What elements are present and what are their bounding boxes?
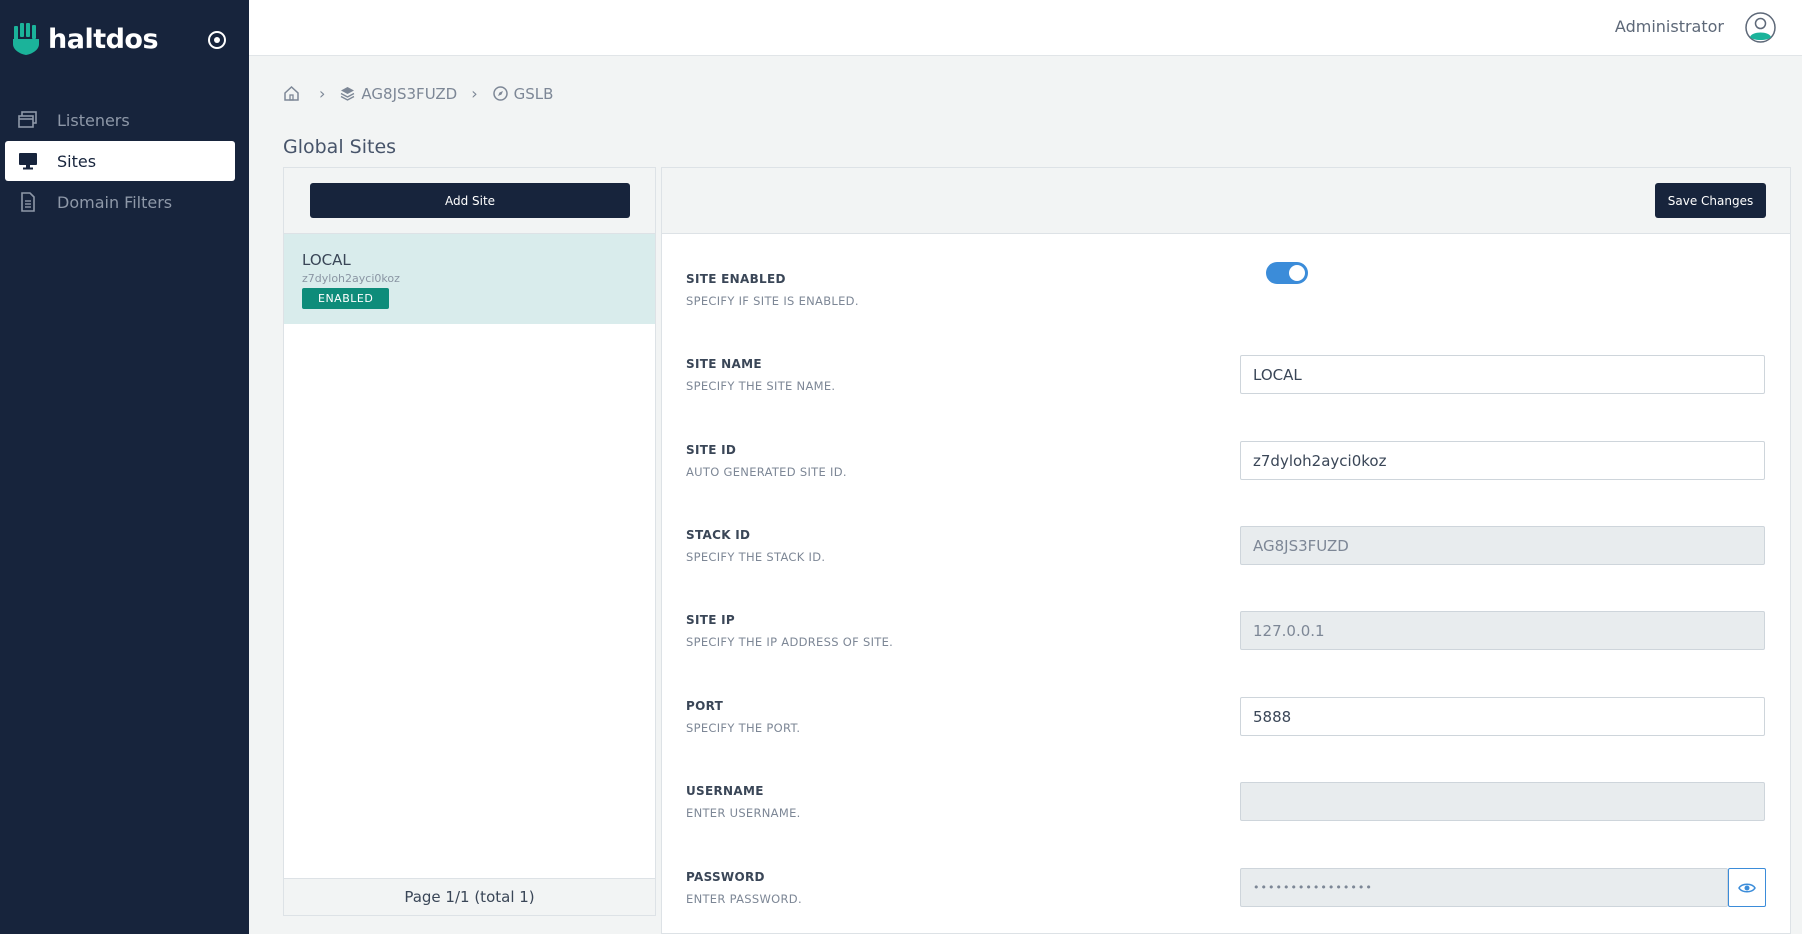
breadcrumb-separator: › — [471, 84, 478, 103]
site-list-panel: Add Site LOCAL z7dyloh2ayci0koz ENABLED … — [283, 167, 656, 916]
site-id-input[interactable] — [1240, 441, 1765, 480]
field-site-ip: SITE IP SPECIFY THE IP ADDRESS OF SITE. — [686, 611, 1766, 653]
toggle-knob — [1289, 265, 1305, 281]
site-item-name: LOCAL — [302, 251, 351, 269]
stack-id-input — [1240, 526, 1765, 565]
site-list-item[interactable]: LOCAL z7dyloh2ayci0koz ENABLED — [284, 234, 655, 324]
site-list-header: Add Site — [284, 168, 655, 234]
sidebar-item-label: Domain Filters — [57, 192, 173, 212]
logo-text: haltdos — [48, 23, 159, 55]
status-badge: ENABLED — [302, 288, 390, 309]
save-changes-button[interactable]: Save Changes — [1655, 183, 1766, 218]
site-item-id: z7dyloh2ayci0koz — [302, 272, 400, 285]
breadcrumb: › AG8JS3FUZD › GSLB — [283, 84, 553, 103]
site-ip-input — [1240, 611, 1765, 650]
field-site-name: SITE NAME SPECIFY THE SITE NAME. — [686, 355, 1766, 397]
username-input[interactable] — [1240, 782, 1765, 821]
home-icon — [284, 85, 299, 101]
field-port: PORT SPECIFY THE PORT. — [686, 697, 1766, 739]
breadcrumb-separator: › — [319, 84, 326, 103]
site-detail-header: Save Changes — [662, 168, 1790, 234]
page-title: Global Sites — [283, 136, 397, 158]
add-site-button[interactable]: Add Site — [310, 183, 630, 218]
logo[interactable]: haltdos — [12, 22, 159, 56]
target-icon[interactable] — [205, 28, 229, 52]
show-password-button[interactable] — [1728, 868, 1766, 907]
breadcrumb-page-label: GSLB — [513, 84, 554, 103]
logo-shield-icon — [13, 23, 39, 55]
field-password: PASSWORD ENTER PASSWORD. — [686, 868, 1766, 910]
password-input[interactable] — [1240, 868, 1728, 907]
site-detail-panel: Save Changes SITE ENABLED SPECIFY IF SIT… — [661, 167, 1791, 934]
monitor-icon — [17, 150, 39, 172]
site-name-input[interactable] — [1240, 355, 1765, 394]
field-stack-id: STACK ID SPECIFY THE STACK ID. — [686, 526, 1766, 568]
user-name[interactable]: Administrator — [1615, 17, 1724, 36]
sidebar-item-label: Listeners — [57, 110, 130, 130]
breadcrumb-stack-label: AG8JS3FUZD — [361, 84, 458, 103]
breadcrumb-stack[interactable]: AG8JS3FUZD — [339, 85, 457, 103]
breadcrumb-gslb: GSLB — [492, 84, 554, 103]
sidebar-item-label: Sites — [57, 151, 97, 171]
compass-icon — [492, 86, 508, 101]
field-site-id: SITE ID AUTO GENERATED SITE ID. — [686, 441, 1766, 483]
port-input[interactable] — [1240, 697, 1765, 736]
field-description: SPECIFY IF SITE IS ENABLED. — [686, 294, 859, 308]
field-label: SITE ENABLED — [686, 272, 786, 286]
field-site-enabled: SITE ENABLED SPECIFY IF SITE IS ENABLED. — [686, 262, 1766, 312]
document-icon — [17, 191, 39, 213]
sidebar-item-listeners[interactable]: Listeners — [5, 100, 235, 140]
avatar-icon[interactable] — [1745, 12, 1776, 43]
sidebar-nav: Listeners Sites Domain Filters — [5, 100, 235, 223]
site-enabled-toggle[interactable] — [1266, 262, 1308, 284]
window-stack-icon — [17, 109, 39, 131]
eye-icon — [1738, 883, 1756, 892]
sidebar-item-sites[interactable]: Sites — [5, 141, 235, 181]
sidebar-item-domain-filters[interactable]: Domain Filters — [5, 182, 235, 222]
pagination: Page 1/1 (total 1) — [284, 878, 655, 915]
topbar: Administrator — [249, 0, 1802, 56]
layers-icon — [341, 87, 355, 101]
field-username: USERNAME ENTER USERNAME. — [686, 782, 1766, 824]
breadcrumb-home[interactable] — [283, 85, 305, 102]
sidebar: haltdos Listeners Sites Domain Filters — [0, 0, 249, 934]
